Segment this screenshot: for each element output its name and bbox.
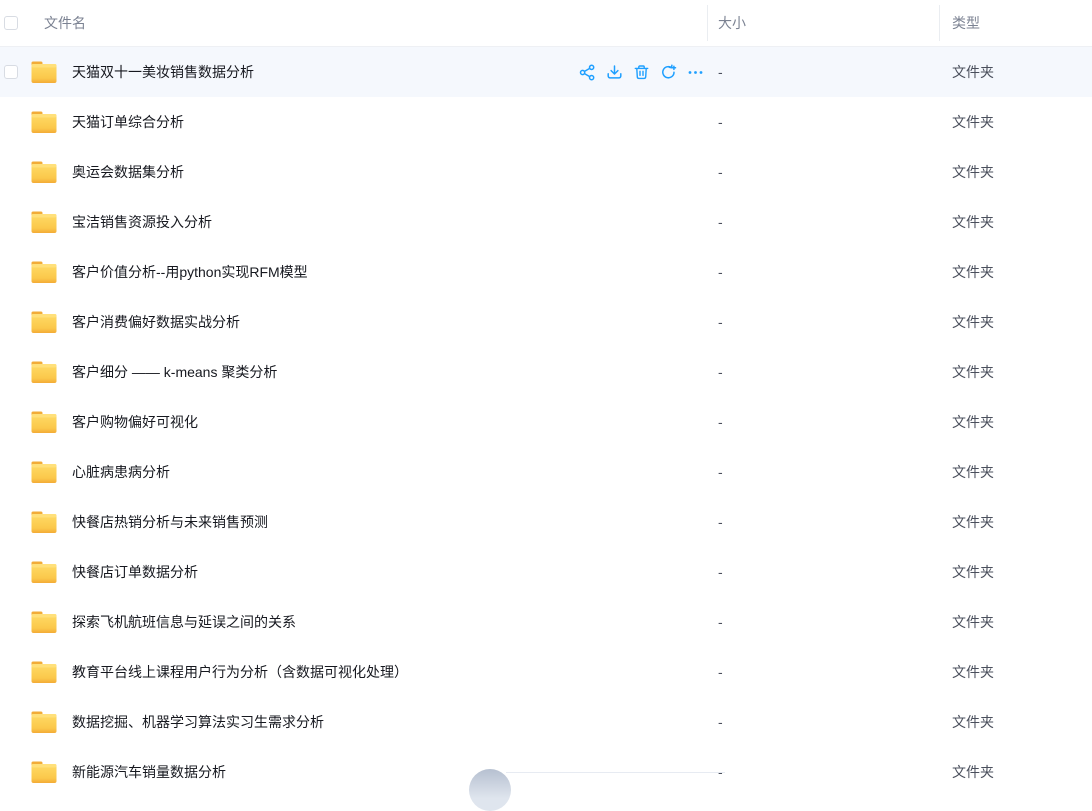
file-table-body: 天猫双十一美妆销售数据分析 - 文件夹 天猫订单综合分析 (0, 47, 1092, 797)
file-name[interactable]: 教育平台线上课程用户行为分析（含数据可视化处理） (72, 647, 408, 697)
file-type: 文件夹 (952, 147, 994, 197)
file-name[interactable]: 宝洁销售资源投入分析 (72, 197, 212, 247)
file-size: - (718, 647, 723, 697)
table-row[interactable]: 客户购物偏好可视化 - 文件夹 (0, 397, 1092, 447)
file-name[interactable]: 客户消费偏好数据实战分析 (72, 297, 240, 347)
folder-icon (31, 360, 57, 384)
column-divider (707, 5, 708, 41)
file-type: 文件夹 (952, 697, 994, 747)
select-all-checkbox[interactable] (4, 16, 18, 30)
folder-icon (31, 460, 57, 484)
file-table-header: 文件名 大小 类型 (0, 0, 1092, 47)
table-row[interactable]: 数据挖掘、机器学习算法实习生需求分析 - 文件夹 (0, 697, 1092, 747)
file-name[interactable]: 客户价值分析--用python实现RFM模型 (72, 247, 308, 297)
folder-icon (31, 60, 57, 84)
table-row[interactable]: 宝洁销售资源投入分析 - 文件夹 (0, 197, 1092, 247)
file-name[interactable]: 快餐店订单数据分析 (72, 547, 198, 597)
folder-icon (31, 760, 57, 784)
file-type: 文件夹 (952, 197, 994, 247)
folder-icon (31, 710, 57, 734)
table-row[interactable]: 天猫订单综合分析 - 文件夹 (0, 97, 1092, 147)
column-header-size[interactable]: 大小 (718, 0, 746, 46)
folder-icon (31, 410, 57, 434)
table-row[interactable]: 客户细分 —— k-means 聚类分析 - 文件夹 (0, 347, 1092, 397)
file-size: - (718, 247, 723, 297)
file-name[interactable]: 探索飞机航班信息与延误之间的关系 (72, 597, 296, 647)
file-name[interactable]: 数据挖掘、机器学习算法实习生需求分析 (72, 697, 324, 747)
table-row[interactable]: 天猫双十一美妆销售数据分析 - 文件夹 (0, 47, 1092, 97)
file-type: 文件夹 (952, 97, 994, 147)
file-type: 文件夹 (952, 247, 994, 297)
file-name[interactable]: 奥运会数据集分析 (72, 147, 184, 197)
file-name[interactable]: 心脏病患病分析 (72, 447, 170, 497)
file-name[interactable]: 天猫订单综合分析 (72, 97, 184, 147)
folder-icon (31, 160, 57, 184)
file-name[interactable]: 客户细分 —— k-means 聚类分析 (72, 347, 277, 397)
delete-icon[interactable] (633, 64, 650, 81)
file-size: - (718, 397, 723, 447)
more-icon[interactable] (687, 64, 704, 81)
folder-icon (31, 310, 57, 334)
folder-icon (31, 110, 57, 134)
file-type: 文件夹 (952, 597, 994, 647)
table-row[interactable]: 快餐店订单数据分析 - 文件夹 (0, 547, 1092, 597)
file-type: 文件夹 (952, 497, 994, 547)
file-type: 文件夹 (952, 47, 994, 97)
file-size: - (718, 347, 723, 397)
file-size: - (718, 147, 723, 197)
file-type: 文件夹 (952, 397, 994, 447)
column-header-filename[interactable]: 文件名 (44, 0, 86, 46)
row-actions (579, 47, 704, 97)
floating-ball[interactable] (469, 769, 511, 811)
folder-icon (31, 560, 57, 584)
download-icon[interactable] (606, 64, 623, 81)
folder-icon (31, 610, 57, 634)
file-name[interactable]: 新能源汽车销量数据分析 (72, 747, 226, 797)
table-row[interactable]: 探索飞机航班信息与延误之间的关系 - 文件夹 (0, 597, 1092, 647)
file-type: 文件夹 (952, 297, 994, 347)
share-icon[interactable] (579, 64, 596, 81)
file-size: - (718, 447, 723, 497)
floating-widget-edge (506, 772, 725, 773)
file-name[interactable]: 客户购物偏好可视化 (72, 397, 198, 447)
folder-icon (31, 210, 57, 234)
file-size: - (718, 47, 723, 97)
file-type: 文件夹 (952, 547, 994, 597)
file-type: 文件夹 (952, 647, 994, 697)
file-name[interactable]: 快餐店热销分析与未来销售预测 (72, 497, 268, 547)
file-size: - (718, 297, 723, 347)
file-size: - (718, 197, 723, 247)
file-size: - (718, 547, 723, 597)
file-size: - (718, 97, 723, 147)
file-name[interactable]: 天猫双十一美妆销售数据分析 (72, 47, 254, 97)
table-row[interactable]: 客户价值分析--用python实现RFM模型 - 文件夹 (0, 247, 1092, 297)
file-size: - (718, 497, 723, 547)
column-header-type[interactable]: 类型 (952, 0, 980, 46)
table-row[interactable]: 心脏病患病分析 - 文件夹 (0, 447, 1092, 497)
table-row[interactable]: 教育平台线上课程用户行为分析（含数据可视化处理） - 文件夹 (0, 647, 1092, 697)
file-type: 文件夹 (952, 447, 994, 497)
column-divider (939, 5, 940, 41)
file-size: - (718, 697, 723, 747)
folder-icon (31, 510, 57, 534)
file-type: 文件夹 (952, 347, 994, 397)
table-row[interactable]: 奥运会数据集分析 - 文件夹 (0, 147, 1092, 197)
table-row[interactable]: 快餐店热销分析与未来销售预测 - 文件夹 (0, 497, 1092, 547)
folder-icon (31, 660, 57, 684)
sync-plus-icon[interactable] (660, 64, 677, 81)
row-checkbox[interactable] (4, 65, 18, 79)
file-size: - (718, 597, 723, 647)
file-type: 文件夹 (952, 747, 994, 797)
table-row[interactable]: 客户消费偏好数据实战分析 - 文件夹 (0, 297, 1092, 347)
folder-icon (31, 260, 57, 284)
